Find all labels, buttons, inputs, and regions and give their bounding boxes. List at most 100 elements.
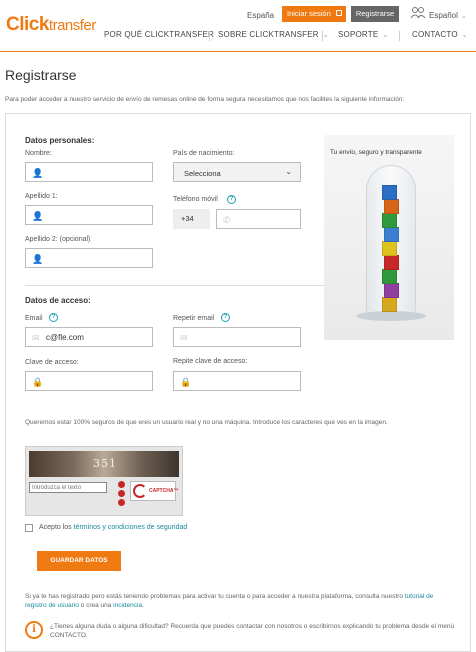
user-icon: 👤 <box>32 168 44 178</box>
audio-icon[interactable] <box>118 490 125 497</box>
nav-item-why[interactable]: POR QUÉ CLICKTRANSFER <box>104 30 214 39</box>
captcha-word: 351 <box>93 457 117 470</box>
captcha-instructions: Queremos estar 100% seguros de que eres … <box>25 419 388 426</box>
chevron-down-icon: ⌄ <box>382 32 389 39</box>
site-header: Clicktransfer España Iniciar sesión Regi… <box>0 0 476 52</box>
main-nav: POR QUÉ CLICKTRANSFER SOBRE CLICKTRANSFE… <box>96 30 476 44</box>
surname2-label: Apellido 2: (opcional) <box>25 236 91 243</box>
phone-icon: ✆ <box>223 215 231 225</box>
birth-country-select[interactable]: Selecciona ⌄ <box>173 162 301 182</box>
phone-input[interactable]: ✆ <box>216 209 301 229</box>
color-cube <box>382 241 397 256</box>
terms-prefix: Acepto los <box>39 524 74 531</box>
help-text-end: . <box>142 602 144 609</box>
captcha-widget: 351 Introduzca el texto CAPTCHA™ <box>25 446 183 516</box>
chevron-down-icon: ⌄ <box>322 32 329 39</box>
envelope-icon: ✉ <box>32 333 40 343</box>
repeat-password-label: Repite clave de acceso: <box>173 358 248 365</box>
nav-divider <box>209 31 210 41</box>
registration-form: Datos personales: Nombre: 👤 Apellido 1: … <box>5 113 471 652</box>
email-value: c@fle.com <box>46 333 84 342</box>
surname1-label: Apellido 1: <box>25 193 58 200</box>
color-cube <box>382 269 397 284</box>
terms-link[interactable]: términos y condiciones de seguridad <box>74 524 188 531</box>
refresh-icon[interactable] <box>118 481 125 488</box>
nav-why-label: POR QUÉ CLICKTRANSFER <box>104 30 214 39</box>
jar-base <box>356 311 426 321</box>
phone-prefix: +34 <box>173 209 210 229</box>
info-icon: i <box>25 621 43 639</box>
help-text-mid: o crea una <box>78 602 114 609</box>
color-cube <box>382 213 397 228</box>
chevron-down-icon: ⌄ <box>461 32 468 39</box>
users-icon <box>410 7 426 19</box>
nav-contact-label: CONTACTO <box>412 30 458 39</box>
nav-divider <box>322 31 323 41</box>
language-label: Español <box>429 11 458 20</box>
email-input[interactable]: ✉ c@fle.com <box>25 327 153 347</box>
name-label: Nombre: <box>25 150 52 157</box>
language-select[interactable]: Español ⌄ <box>429 11 467 20</box>
name-input[interactable]: 👤 <box>25 162 153 182</box>
logo-transfer-text: transfer <box>48 17 96 34</box>
help-text-before: Si ya te has registrado pero estás tenie… <box>25 593 405 600</box>
captcha-brand: CAPTCHA™ <box>149 488 179 494</box>
captcha-image: 351 <box>29 451 179 477</box>
color-cube <box>384 199 399 214</box>
color-cube <box>384 227 399 242</box>
captcha-input[interactable]: Introduzca el texto <box>29 482 107 493</box>
nav-item-support[interactable]: SOPORTE ⌄ <box>338 30 388 39</box>
nav-item-contact[interactable]: CONTACTO ⌄ <box>412 30 468 39</box>
info-row: i ¿Tienes alguna duda o alguna dificulta… <box>25 621 455 643</box>
lock-icon <box>336 10 342 16</box>
nav-support-label: SOPORTE <box>338 30 379 39</box>
surname2-input[interactable]: 👤 <box>25 248 153 268</box>
birth-country-label: País de nacimiento: <box>173 150 235 157</box>
color-cube <box>384 255 399 270</box>
login-button[interactable]: Iniciar sesión <box>282 6 346 22</box>
help-icon[interactable] <box>118 499 125 506</box>
lock-icon: 🔒 <box>32 377 44 387</box>
login-button-label: Iniciar sesión <box>287 9 331 18</box>
captcha-logo: CAPTCHA™ <box>130 481 179 501</box>
user-icon: 👤 <box>32 254 44 264</box>
email-help-icon[interactable]: ? <box>49 313 58 322</box>
section-divider <box>25 285 325 286</box>
color-cube <box>382 297 397 312</box>
intro-text: Para poder acceder a nuestro servicio de… <box>5 96 405 103</box>
phone-help-icon[interactable]: ? <box>227 195 236 204</box>
terms-checkbox[interactable] <box>25 524 33 532</box>
user-icon: 👤 <box>32 211 44 221</box>
captcha-mark-icon <box>133 484 147 498</box>
password-label: Clave de acceso: <box>25 359 79 366</box>
nav-item-about[interactable]: SOBRE CLICKTRANSFER ⌄ <box>218 30 329 39</box>
repeat-password-input[interactable]: 🔒 <box>173 371 301 391</box>
country-link[interactable]: España <box>247 11 274 20</box>
access-data-title: Datos de acceso: <box>25 296 91 305</box>
nav-divider <box>399 31 400 41</box>
header-divider <box>0 51 476 52</box>
logo-click-text: Click <box>6 14 49 35</box>
terms-label: Acepto los términos y condiciones de seg… <box>39 524 187 531</box>
color-cube <box>384 283 399 298</box>
phone-label: Teléfono móvil <box>173 196 218 203</box>
password-input[interactable]: 🔒 <box>25 371 153 391</box>
promo-text: Tu envío, seguro y transparente <box>330 149 422 156</box>
info-text: ¿Tienes alguna duda o alguna dificultad?… <box>50 623 455 639</box>
save-button[interactable]: GUARDAR DATOS <box>37 551 121 571</box>
repeat-email-input[interactable]: ✉ <box>173 327 301 347</box>
surname1-input[interactable]: 👤 <box>25 205 153 225</box>
personal-data-title: Datos personales: <box>25 136 95 145</box>
clicktransfer-logo[interactable]: Clicktransfer <box>6 14 96 36</box>
repeat-email-help-icon[interactable]: ? <box>221 313 230 322</box>
repeat-email-label: Repetir email <box>173 315 215 322</box>
color-cube <box>382 185 397 200</box>
promo-image: Tu envío, seguro y transparente <box>324 135 454 340</box>
chevron-down-icon: ⌄ <box>460 13 467 20</box>
envelope-icon: ✉ <box>180 333 188 343</box>
chevron-down-icon: ⌄ <box>285 167 292 176</box>
incident-link[interactable]: incidencia <box>113 602 142 609</box>
page-title: Registrarse <box>5 67 77 83</box>
register-button[interactable]: Registrarse <box>351 6 399 22</box>
lock-icon: 🔒 <box>180 377 192 387</box>
